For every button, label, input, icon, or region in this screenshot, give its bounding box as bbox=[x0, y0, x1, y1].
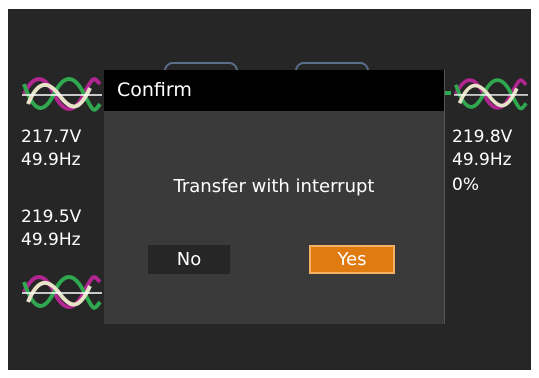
dialog-message: Transfer with interrupt bbox=[173, 176, 375, 197]
connector-mark bbox=[445, 91, 451, 95]
ups-screen: 217.7V 49.9Hz 219.5V 49.9Hz 219.8V 49.9H… bbox=[8, 9, 531, 370]
output-voltage: 219.8V bbox=[452, 127, 513, 147]
yes-button[interactable]: Yes bbox=[309, 245, 395, 274]
input1-frequency: 49.9Hz bbox=[21, 150, 81, 170]
output-frequency: 49.9Hz bbox=[452, 150, 512, 170]
input2-voltage: 219.5V bbox=[21, 207, 82, 227]
sine-wave-icon bbox=[22, 77, 102, 112]
load-percent: 0% bbox=[452, 175, 479, 195]
input2-frequency: 49.9Hz bbox=[21, 230, 81, 250]
sine-wave-icon bbox=[22, 275, 102, 310]
sine-wave-icon bbox=[454, 78, 528, 111]
no-button[interactable]: No bbox=[148, 245, 230, 274]
input1-voltage: 217.7V bbox=[21, 127, 82, 147]
confirm-dialog: Confirm Transfer with interrupt No Yes bbox=[104, 70, 445, 324]
dialog-title: Confirm bbox=[104, 70, 444, 111]
